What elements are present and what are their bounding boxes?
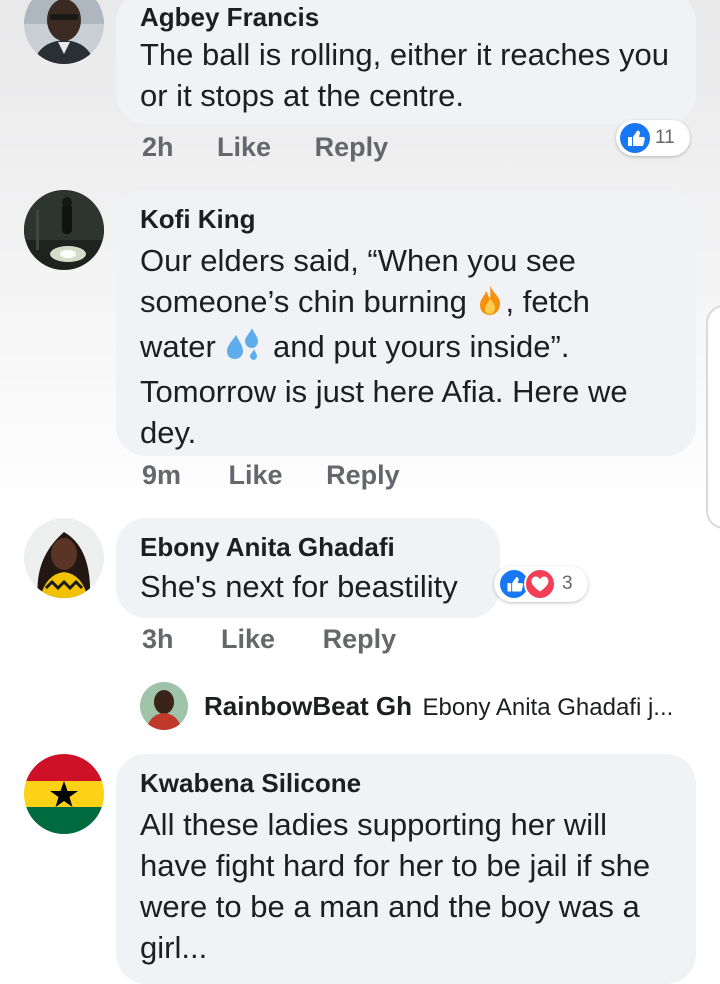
comment-bubble-kofi-king: Kofi King Our elders said, “When you see…: [116, 190, 696, 456]
comment-actions: 9m Like Reply: [142, 460, 400, 491]
scroll-handle[interactable]: [706, 305, 720, 529]
comment-text: Our elders said, “When you see someone’s…: [140, 240, 672, 453]
comment-bubble-ebony-anita-ghadafi: Ebony Anita Ghadafi She's next for beast…: [116, 518, 500, 618]
comment-actions: 3h Like Reply: [142, 624, 396, 655]
comment-actions: 2h Like Reply: [142, 132, 388, 163]
comment-bubble-kwabena-silicone: Kwabena Silicone All these ladies suppor…: [116, 754, 696, 984]
avatar-ebony-anita-ghadafi[interactable]: [24, 518, 104, 598]
reply-preview[interactable]: RainbowBeat Gh Ebony Anita Ghadafi j...: [204, 691, 673, 722]
sweat-droplets-emoji-icon: [224, 327, 264, 371]
comment-author[interactable]: Kwabena Silicone: [140, 768, 672, 798]
reply-author[interactable]: RainbowBeat Gh: [204, 691, 412, 721]
reaction-summary[interactable]: 11: [616, 120, 690, 156]
comment-timestamp[interactable]: 2h: [142, 132, 174, 163]
comment-timestamp[interactable]: 9m: [142, 460, 181, 491]
avatar-kwabena-silicone[interactable]: [24, 754, 104, 834]
like-button[interactable]: Like: [221, 624, 275, 655]
comment-timestamp[interactable]: 3h: [142, 624, 174, 655]
reply-button[interactable]: Reply: [323, 624, 397, 655]
fire-emoji-icon: [475, 284, 505, 326]
reaction-summary[interactable]: 3: [494, 566, 588, 602]
like-button[interactable]: Like: [217, 132, 271, 163]
comment-author[interactable]: Ebony Anita Ghadafi: [140, 532, 476, 562]
comment-author[interactable]: Agbey Francis: [140, 2, 672, 32]
comment-text: The ball is rolling, either it reaches y…: [140, 37, 669, 113]
reply-button[interactable]: Reply: [315, 132, 389, 163]
reply-snippet: Ebony Anita Ghadafi j...: [422, 694, 674, 721]
like-button[interactable]: Like: [229, 460, 283, 491]
comment-text: All these ladies supporting her will hav…: [140, 807, 651, 965]
reply-button[interactable]: Reply: [326, 460, 400, 491]
reaction-count: 11: [655, 127, 675, 148]
comment-text: She's next for beastility: [140, 569, 458, 604]
reaction-count: 3: [562, 573, 573, 594]
love-reaction-icon: [524, 568, 556, 600]
like-reaction-icon: [620, 123, 650, 153]
comment-bubble-agbey-francis: Agbey Francis The ball is rolling, eithe…: [116, 0, 696, 124]
avatar-kofi-king[interactable]: [24, 190, 104, 270]
comment-author[interactable]: Kofi King: [140, 204, 672, 234]
avatar-rainbowbeat-gh[interactable]: [140, 682, 188, 730]
